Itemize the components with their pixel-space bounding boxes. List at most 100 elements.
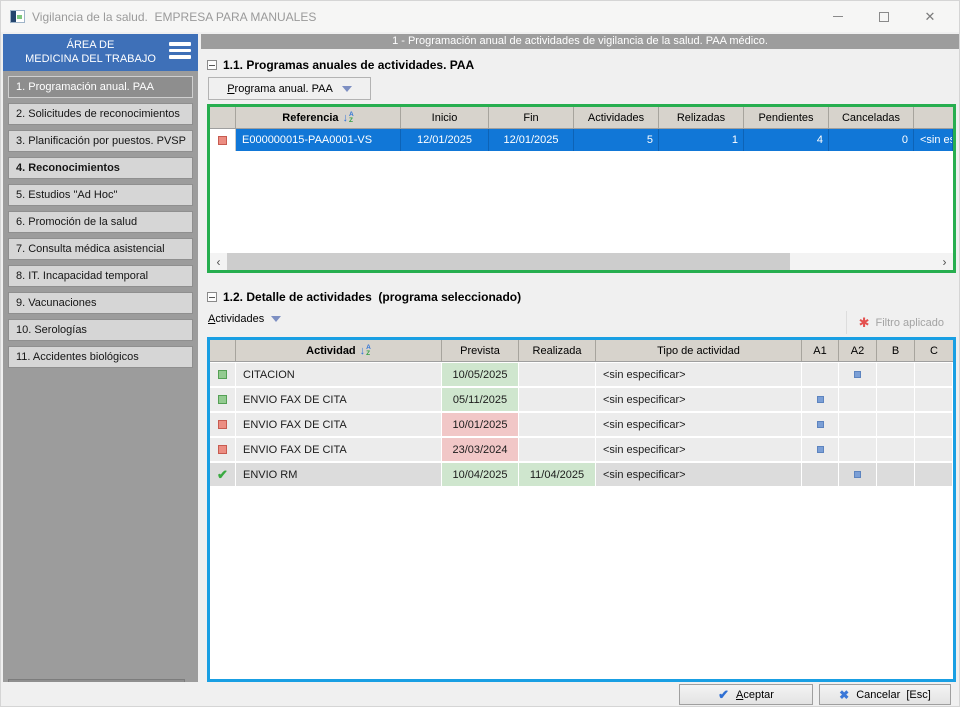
cancel-button[interactable]: ✖ Cancelar [Esc] xyxy=(819,684,951,705)
cell-c xyxy=(915,438,953,461)
cell-prevista: 10/01/2025 xyxy=(442,413,519,436)
activity-row-selected[interactable]: ✔ ENVIO RM 10/04/2025 11/04/2025 <sin es… xyxy=(210,463,953,486)
footer-bar: ✔ Aceptar ✖ Cancelar [Esc] xyxy=(1,682,959,706)
collapse-icon[interactable] xyxy=(207,60,217,70)
cell-tipo: <sin especificar> xyxy=(596,438,802,461)
column-header-actividad[interactable]: Actividad ↓ A Z xyxy=(236,340,442,361)
column-header-fin[interactable]: Fin xyxy=(489,107,574,128)
column-header-extra[interactable] xyxy=(914,107,953,128)
sidebar-item-serologias[interactable]: 10. Serologías xyxy=(8,319,193,341)
cell-c xyxy=(915,388,953,411)
column-header-c[interactable]: C xyxy=(915,340,953,361)
cell-a2 xyxy=(839,388,877,411)
column-header-inicio[interactable]: Inicio xyxy=(401,107,489,128)
scrollbar-thumb[interactable] xyxy=(227,253,790,270)
sidebar-item-promocion-salud[interactable]: 6. Promoción de la salud xyxy=(8,211,193,233)
section-1-1-title: 1.1. Programas anuales de actividades. P… xyxy=(223,58,475,72)
cell-tipo: <sin especificar> xyxy=(596,463,802,486)
column-header-relizadas[interactable]: Relizadas xyxy=(659,107,744,128)
maximize-button[interactable] xyxy=(861,1,907,32)
cell-actividad: ENVIO FAX DE CITA xyxy=(236,438,442,461)
cell-actividades: 5 xyxy=(574,129,659,151)
column-header-b[interactable]: B xyxy=(877,340,915,361)
section-1-2-header: 1.2. Detalle de actividades (programa se… xyxy=(207,290,521,304)
cell-a2 xyxy=(839,363,877,386)
activity-row[interactable]: CITACION 10/05/2025 <sin especificar> xyxy=(210,363,953,386)
chevron-down-icon xyxy=(271,316,282,322)
sidebar-item-incapacidad-temporal[interactable]: 8. IT. Incapacidad temporal xyxy=(8,265,193,287)
window-title: Vigilancia de la salud. EMPRESA PARA MAN… xyxy=(32,9,317,24)
cell-b xyxy=(877,438,915,461)
scroll-left-icon[interactable]: ‹ xyxy=(210,253,227,270)
activity-row[interactable]: ENVIO FAX DE CITA 10/01/2025 <sin especi… xyxy=(210,413,953,436)
column-header-pendientes[interactable]: Pendientes xyxy=(744,107,829,128)
column-header-a1[interactable]: A1 xyxy=(802,340,839,361)
sidebar-item-consulta-medica[interactable]: 7. Consulta médica asistencial xyxy=(8,238,193,260)
scroll-right-icon[interactable]: › xyxy=(936,253,953,270)
cell-extra: <sin especificar> xyxy=(914,129,953,151)
close-button[interactable]: ✕ xyxy=(907,1,953,32)
collapse-icon[interactable] xyxy=(207,292,217,302)
actividades-table: Actividad ↓ A Z Prevista Realizada Tipo de… xyxy=(207,337,956,682)
activity-row[interactable]: ENVIO FAX DE CITA 23/03/2024 <sin especi… xyxy=(210,438,953,461)
cell-actividad: ENVIO FAX DE CITA xyxy=(236,388,442,411)
filter-applied-label: Filtro aplicado xyxy=(875,316,944,329)
cell-a1 xyxy=(802,438,839,461)
blue-square-icon xyxy=(854,471,861,478)
status-check-icon: ✔ xyxy=(217,466,228,482)
sidebar: ÁREA DE MEDICINA DEL TRABAJO 1. Programa… xyxy=(3,34,198,690)
cell-prevista: 05/11/2025 xyxy=(442,388,519,411)
sidebar-item-programacion-anual[interactable]: 1. Programación anual. PAA xyxy=(8,76,193,98)
column-header-canceladas[interactable]: Canceladas xyxy=(829,107,914,128)
minimize-icon xyxy=(833,16,843,17)
sidebar-item-estudios-adhoc[interactable]: 5. Estudios "Ad Hoc" xyxy=(8,184,193,206)
filter-asterisk-icon: ✱ xyxy=(858,314,870,330)
column-header-realizada[interactable]: Realizada xyxy=(519,340,596,361)
column-header-tipo[interactable]: Tipo de actividad xyxy=(596,340,802,361)
x-icon: ✖ xyxy=(839,687,850,702)
sidebar-item-reconocimientos[interactable]: 4. Reconocimientos xyxy=(8,157,193,179)
sidebar-header: ÁREA DE MEDICINA DEL TRABAJO xyxy=(3,34,198,71)
minimize-button[interactable] xyxy=(815,1,861,32)
column-header-a2[interactable]: A2 xyxy=(839,340,877,361)
sidebar-item-solicitudes[interactable]: 2. Solicitudes de reconocimientos xyxy=(8,103,193,125)
sidebar-item-planificacion[interactable]: 3. Planificación por puestos. PVSP xyxy=(8,130,193,152)
sort-az-icon: ↓ A Z xyxy=(342,111,354,124)
hamburger-menu-icon[interactable] xyxy=(169,42,191,59)
cell-fin: 12/01/2025 xyxy=(489,129,574,151)
column-header-icon[interactable] xyxy=(210,107,236,128)
programa-anual-dropdown[interactable]: Programa anual. PAA xyxy=(208,77,371,100)
programa-row-selected[interactable]: E000000015-PAA0001-VS 12/01/2025 12/01/2… xyxy=(210,129,953,151)
row-status-cell xyxy=(210,388,236,411)
cell-realizada: 11/04/2025 xyxy=(519,463,596,486)
accept-button-label: Aceptar xyxy=(735,688,774,701)
cell-b xyxy=(877,388,915,411)
blue-square-icon xyxy=(816,421,824,428)
dropdown-label: Programa anual. PAA xyxy=(227,82,333,95)
app-icon xyxy=(10,10,25,23)
cell-a1 xyxy=(802,463,839,486)
horizontal-scrollbar[interactable]: ‹ › xyxy=(210,253,953,270)
column-header-prevista[interactable]: Prevista xyxy=(442,340,519,361)
cell-c xyxy=(915,463,953,486)
column-header-actividades[interactable]: Actividades xyxy=(574,107,659,128)
sidebar-item-accidentes-biologicos[interactable]: 11. Accidentes biológicos xyxy=(8,346,193,368)
status-red-square-icon xyxy=(218,420,227,429)
status-red-square-icon xyxy=(218,135,227,145)
app-window: { "window": { "title": "Vigilancia de la… xyxy=(0,0,960,707)
row-status-cell xyxy=(210,363,236,386)
cell-a1 xyxy=(802,388,839,411)
sidebar-item-vacunaciones[interactable]: 9. Vacunaciones xyxy=(8,292,193,314)
accept-button[interactable]: ✔ Aceptar xyxy=(679,684,813,705)
cell-relizadas: 1 xyxy=(659,129,744,151)
check-icon: ✔ xyxy=(718,686,729,702)
activity-row[interactable]: ENVIO FAX DE CITA 05/11/2025 <sin especi… xyxy=(210,388,953,411)
actividades-dropdown[interactable]: Actividades xyxy=(208,313,282,325)
page-title: 1 - Programación anual de actividades de… xyxy=(201,34,959,49)
column-header-icon[interactable] xyxy=(210,340,236,361)
filter-applied-badge[interactable]: ✱ Filtro aplicado xyxy=(845,311,954,334)
column-header-referencia[interactable]: Referencia ↓ A Z xyxy=(236,107,401,128)
blue-square-icon xyxy=(816,446,824,453)
programas-table: Referencia ↓ A Z Inicio Fin Actividades Re… xyxy=(207,104,956,273)
cell-prevista: 23/03/2024 xyxy=(442,438,519,461)
